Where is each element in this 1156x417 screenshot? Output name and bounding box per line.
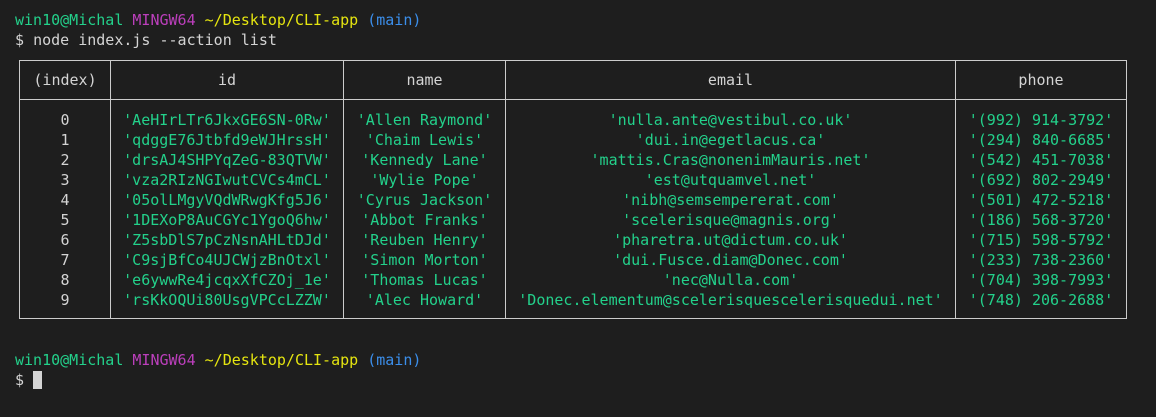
cell-index: 4: [60, 191, 70, 209]
prompt-line-1: win10@Michal MINGW64 ~/Desktop/CLI-app (…: [15, 10, 1145, 30]
cell-name: 'Wylie Pope': [343, 170, 506, 190]
column-header-index: (index): [19, 60, 111, 100]
cell-id: 'vza2RIzNGIwutCVCs4mCL': [110, 170, 344, 190]
prompt-branch: (main): [367, 11, 422, 29]
cell-phone: '(748) 206-2688': [955, 290, 1127, 310]
table-row: 9 'rsKkOQUi80UsgVPCcLZZW' 'Alec Howard' 'Do…: [20, 290, 1127, 310]
cell-id: 'e6ywwRe4jcqxXfCZOj_1e': [110, 270, 344, 290]
cell-phone: '(233) 738-2360': [955, 250, 1127, 270]
prompt-path: ~/Desktop/CLI-app: [204, 351, 359, 369]
cell-email: 'dui.in@egetlacus.ca': [505, 130, 956, 150]
cell-phone: '(992) 914-3792': [955, 110, 1127, 130]
cell-name: 'Kennedy Lane': [343, 150, 506, 170]
column-header-phone: phone: [955, 60, 1127, 100]
cell-index: 7: [60, 251, 70, 269]
table-row: 1 'qdggE76Jtbfd9eWJHrssH' 'Chaim Lewis''du…: [20, 130, 1127, 150]
prompt-branch: (main): [367, 351, 422, 369]
cell-name: 'Alec Howard': [343, 290, 506, 310]
table-row: 6 'Z5sbDlS7pCzNsnAHLtDJd' 'Reuben Henry''p…: [20, 230, 1127, 250]
cell-index: 3: [60, 171, 70, 189]
cell-id: 'C9sjBfCo4UJCWjzBnOtxl': [110, 250, 344, 270]
cell-id: 'qdggE76Jtbfd9eWJHrssH': [110, 130, 344, 150]
cell-phone: '(294) 840-6685': [955, 130, 1127, 150]
table-row: 7 'C9sjBfCo4UJCWjzBnOtxl' 'Simon Morton''d…: [20, 250, 1127, 270]
cell-email: 'nibh@semsempererat.com': [505, 190, 956, 210]
cell-phone: '(715) 598-5792': [955, 230, 1127, 250]
cell-email: 'Donec.elementum@scelerisquescelerisqued…: [505, 290, 956, 310]
cell-index: 6: [60, 231, 70, 249]
cell-index: 2: [60, 151, 70, 169]
cell-email: 'mattis.Cras@nonenimMauris.net': [505, 150, 956, 170]
prompt-env: MINGW64: [132, 351, 196, 369]
cell-name: 'Allen Raymond': [343, 110, 506, 130]
prompt-symbol: $: [15, 31, 25, 49]
table-row: 8 'e6ywwRe4jcqxXfCZOj_1e' 'Thomas Lucas''n…: [20, 270, 1127, 290]
console-table: (index) id name email phone 0 'AeHIrLTr6J…: [19, 60, 1127, 319]
cell-name: 'Reuben Henry': [343, 230, 506, 250]
cell-id: 'rsKkOQUi80UsgVPCcLZZW': [110, 290, 344, 310]
prompt-user-host: win10@Michal: [15, 11, 124, 29]
cell-phone: '(692) 802-2949': [955, 170, 1127, 190]
cell-index: 5: [60, 211, 70, 229]
cell-phone: '(542) 451-7038': [955, 150, 1127, 170]
table-body: 0 'AeHIrLTr6JkxGE6SN-0Rw' 'Allen Raymond' '…: [20, 99, 1127, 319]
column-header-email: email: [505, 60, 956, 100]
table-spacer: [20, 310, 1127, 319]
cell-id: '05olLMgyVQdWRwgKfg5J6': [110, 190, 344, 210]
cell-id: 'Z5sbDlS7pCzNsnAHLtDJd': [110, 230, 344, 250]
command-text: node index.js --action list: [33, 31, 277, 49]
cell-index: 8: [60, 271, 70, 289]
cell-email: 'nulla.ante@vestibul.co.uk': [505, 110, 956, 130]
table-row: 5 '1DEXoP8AuCGYc1YgoQ6hw' 'Abbot Franks''s…: [20, 210, 1127, 230]
cell-email: 'est@utquamvel.net': [505, 170, 956, 190]
cell-name: 'Chaim Lewis': [343, 130, 506, 150]
table-spacer: [20, 99, 1127, 110]
input-line[interactable]: $: [15, 370, 421, 390]
prompt-line-2: win10@Michal MINGW64 ~/Desktop/CLI-app (…: [15, 350, 421, 370]
cell-index: 1: [60, 131, 70, 149]
cell-name: 'Thomas Lucas': [343, 270, 506, 290]
cell-id: 'drsAJ4SHPYqZeG-83QTVW': [110, 150, 344, 170]
cell-index: 9: [60, 291, 70, 309]
column-header-name: name: [343, 60, 506, 100]
prompt-user-host: win10@Michal: [15, 351, 124, 369]
table-row: 3 'vza2RIzNGIwutCVCs4mCL' 'Wylie Pope''est…: [20, 170, 1127, 190]
cell-phone: '(186) 568-3720': [955, 210, 1127, 230]
prompt-env: MINGW64: [132, 11, 196, 29]
table-row: 2 'drsAJ4SHPYqZeG-83QTVW' 'Kennedy Lane''m…: [20, 150, 1127, 170]
cell-name: 'Abbot Franks': [343, 210, 506, 230]
cell-email: 'dui.Fusce.diam@Donec.com': [505, 250, 956, 270]
cell-phone: '(704) 398-7993': [955, 270, 1127, 290]
prompt-symbol: $: [15, 371, 25, 389]
cell-id: '1DEXoP8AuCGYc1YgoQ6hw': [110, 210, 344, 230]
table-row: 4'05olLMgyVQdWRwgKfg5J6' 'Cyrus Jackson' '…: [20, 190, 1127, 210]
cell-email: 'nec@Nulla.com': [505, 270, 956, 290]
cell-name: 'Cyrus Jackson': [343, 190, 506, 210]
cell-id: 'AeHIrLTr6JkxGE6SN-0Rw': [110, 110, 344, 130]
prompt-block-2[interactable]: win10@Michal MINGW64 ~/Desktop/CLI-app (…: [15, 350, 421, 390]
cell-index: 0: [60, 111, 70, 129]
table-header-row: (index) id name email phone: [19, 60, 1127, 100]
cell-email: 'pharetra.ut@dictum.co.uk': [505, 230, 956, 250]
cell-name: 'Simon Morton': [343, 250, 506, 270]
command-line: $ node index.js --action list: [15, 30, 1145, 50]
text-cursor[interactable]: [33, 371, 43, 389]
terminal-output[interactable]: win10@Michal MINGW64 ~/Desktop/CLI-app (…: [15, 10, 1145, 50]
prompt-path: ~/Desktop/CLI-app: [204, 11, 359, 29]
table-row: 0 'AeHIrLTr6JkxGE6SN-0Rw' 'Allen Raymond' '…: [20, 110, 1127, 130]
cell-phone: '(501) 472-5218': [955, 190, 1127, 210]
column-header-id: id: [110, 60, 344, 100]
cell-email: 'scelerisque@magnis.org': [505, 210, 956, 230]
